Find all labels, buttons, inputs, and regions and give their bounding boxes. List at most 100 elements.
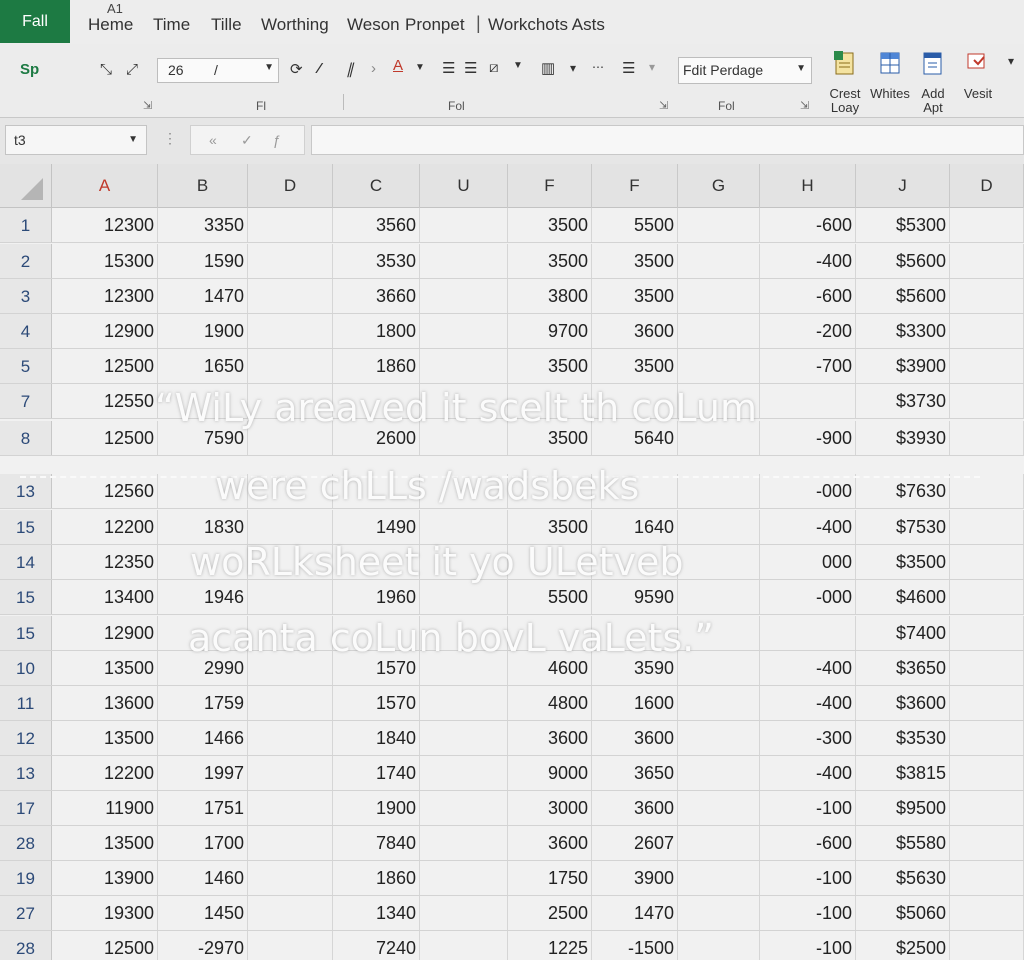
cell[interactable] — [420, 314, 508, 348]
cell[interactable]: 1840 — [333, 721, 420, 755]
cell[interactable]: -400 — [760, 651, 856, 685]
row-header[interactable]: 10 — [0, 651, 52, 685]
cell[interactable]: -200 — [760, 314, 856, 348]
cell[interactable]: 1860 — [333, 861, 420, 895]
cell[interactable]: 1600 — [592, 686, 678, 720]
tab-time[interactable]: Time — [153, 15, 190, 35]
cell[interactable]: -700 — [760, 349, 856, 383]
cell[interactable]: 1470 — [592, 896, 678, 930]
name-box[interactable]: t3 ▼ — [5, 125, 147, 155]
cell[interactable]: 3560 — [333, 208, 420, 242]
cell[interactable]: 1450 — [158, 896, 248, 930]
column-header[interactable]: H — [760, 164, 856, 208]
cell[interactable]: -2970 — [158, 931, 248, 960]
dialog-launcher-icon[interactable]: ⇲ — [143, 99, 152, 112]
tab-workchots-asts[interactable]: Workchots Asts — [488, 15, 605, 35]
cell[interactable]: 12300 — [52, 208, 158, 242]
formula-input[interactable] — [311, 125, 1024, 155]
row-header[interactable]: 3 — [0, 279, 52, 313]
cell[interactable] — [333, 474, 420, 508]
cell[interactable]: $5580 — [856, 826, 950, 860]
cell[interactable] — [420, 580, 508, 614]
cell[interactable]: 1900 — [158, 314, 248, 348]
cell[interactable]: 1750 — [508, 861, 592, 895]
cell[interactable] — [950, 349, 1024, 383]
cell[interactable] — [950, 651, 1024, 685]
cell[interactable] — [950, 721, 1024, 755]
row-header[interactable]: 15 — [0, 580, 52, 614]
cell[interactable]: -600 — [760, 826, 856, 860]
cell[interactable]: 3500 — [508, 510, 592, 544]
cell[interactable]: 3500 — [508, 208, 592, 242]
cell[interactable]: -000 — [760, 580, 856, 614]
cell[interactable]: 1570 — [333, 686, 420, 720]
row-header[interactable]: 12 — [0, 721, 52, 755]
cell[interactable]: 3900 — [592, 861, 678, 895]
font-size-select[interactable]: 26 / ▼ — [157, 58, 279, 83]
cell[interactable]: $5060 — [856, 896, 950, 930]
cell[interactable]: $7400 — [856, 616, 950, 650]
insert-function-icon[interactable]: ƒ — [273, 132, 281, 148]
cell[interactable] — [950, 208, 1024, 242]
row-header[interactable]: 28 — [0, 826, 52, 860]
cell[interactable] — [950, 791, 1024, 825]
cell[interactable]: -400 — [760, 244, 856, 278]
cell[interactable] — [950, 314, 1024, 348]
cell[interactable]: 7240 — [333, 931, 420, 960]
cell[interactable] — [678, 510, 760, 544]
cell[interactable]: 1460 — [158, 861, 248, 895]
align-dropdown-icon[interactable]: ▼ — [513, 60, 523, 71]
cell[interactable] — [678, 545, 760, 579]
cell[interactable] — [950, 421, 1024, 455]
cell[interactable] — [678, 208, 760, 242]
column-header[interactable]: A — [52, 164, 158, 208]
cell[interactable]: 13900 — [52, 861, 158, 895]
cell[interactable]: -100 — [760, 896, 856, 930]
cell[interactable]: $3500 — [856, 545, 950, 579]
cell[interactable]: -1500 — [592, 931, 678, 960]
cell[interactable] — [678, 756, 760, 790]
cell[interactable]: 3600 — [508, 826, 592, 860]
cell[interactable]: 1740 — [333, 756, 420, 790]
cell[interactable] — [248, 279, 333, 313]
cell[interactable]: 12200 — [52, 510, 158, 544]
cell[interactable] — [678, 474, 760, 508]
cell[interactable]: 3660 — [333, 279, 420, 313]
cell[interactable]: 1650 — [158, 349, 248, 383]
cell[interactable] — [592, 545, 678, 579]
column-header[interactable]: F — [592, 164, 678, 208]
cell[interactable]: $5600 — [856, 279, 950, 313]
italic-icon[interactable]: ∥ — [346, 60, 354, 78]
cell[interactable] — [248, 651, 333, 685]
cell[interactable]: 1960 — [333, 580, 420, 614]
number-format-icon[interactable]: ▥ — [541, 59, 555, 77]
cell[interactable]: 15300 — [52, 244, 158, 278]
row-header[interactable]: 2 — [0, 244, 52, 278]
row-header[interactable]: 7 — [0, 384, 52, 418]
column-header[interactable]: D — [248, 164, 333, 208]
cell[interactable] — [158, 384, 248, 418]
cell[interactable]: 1640 — [592, 510, 678, 544]
cell[interactable] — [248, 931, 333, 960]
list-dropdown-icon[interactable]: ▾ — [649, 60, 655, 74]
cell[interactable] — [248, 510, 333, 544]
row-header[interactable]: 14 — [0, 545, 52, 579]
tab-home[interactable]: Heme — [88, 15, 133, 35]
cell[interactable]: -400 — [760, 756, 856, 790]
cell[interactable] — [248, 861, 333, 895]
row-header[interactable]: 19 — [0, 861, 52, 895]
select-all-button[interactable] — [0, 164, 52, 208]
cut-icon[interactable]: ⤡ — [100, 61, 112, 78]
cell[interactable] — [950, 510, 1024, 544]
more-icon[interactable]: › — [371, 60, 376, 77]
cell[interactable] — [248, 791, 333, 825]
cell[interactable]: 2607 — [592, 826, 678, 860]
cell[interactable]: 1570 — [333, 651, 420, 685]
cell[interactable]: 12560 — [52, 474, 158, 508]
decimal-icon[interactable]: ⋯ — [592, 60, 604, 74]
cell[interactable]: 1490 — [333, 510, 420, 544]
cell[interactable] — [508, 384, 592, 418]
list-icon[interactable]: ☰ — [622, 59, 635, 77]
cell[interactable]: 3600 — [592, 791, 678, 825]
cell[interactable] — [420, 896, 508, 930]
